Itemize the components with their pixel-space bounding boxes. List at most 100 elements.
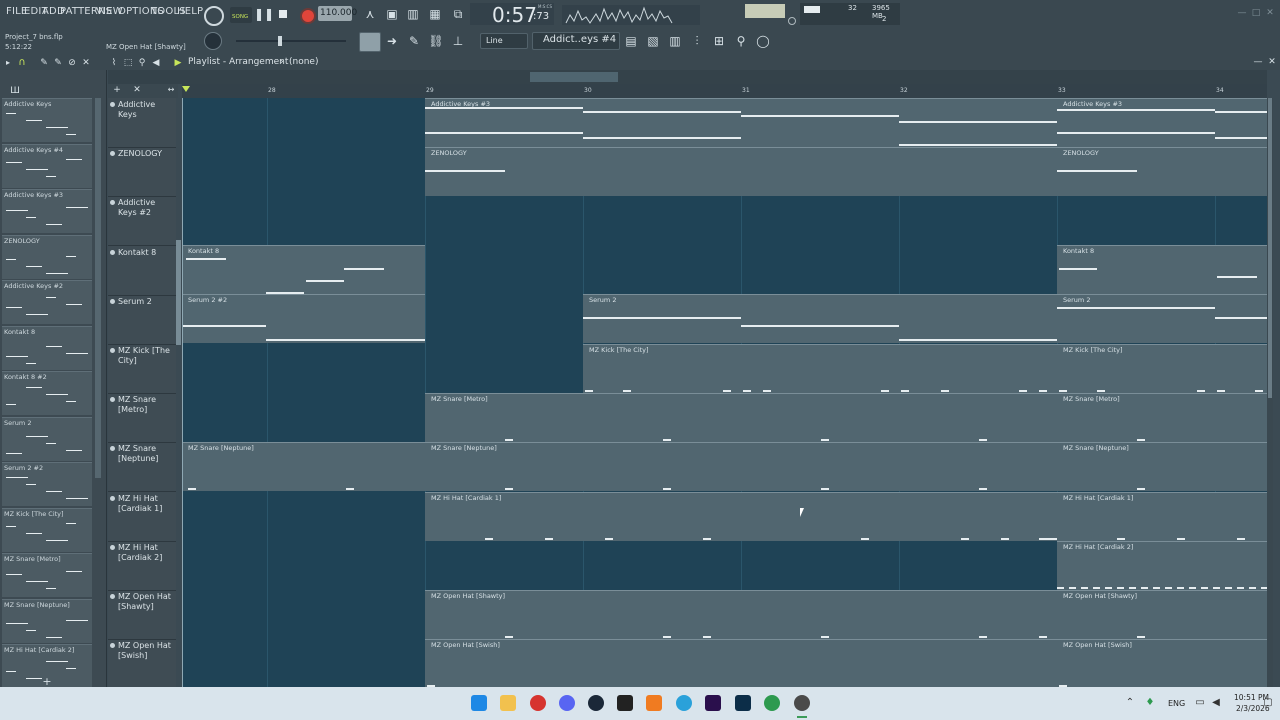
snap-select[interactable]: Line [480,33,528,49]
clip-kontakt-8-b[interactable]: Kontakt 8 [1057,245,1267,294]
clip-snare-neptune-b[interactable]: MZ Snare [Neptune] [425,442,1057,491]
telegram-icon[interactable] [676,695,692,711]
picker-clip-item[interactable]: Kontakt 8 #2 [2,371,92,415]
link-icon[interactable]: ⛓ [426,32,446,50]
picker-clip-item[interactable]: Addictive Keys #4 [2,143,92,188]
overview-view-window[interactable] [530,72,618,82]
playlist-close-icon[interactable]: ✕ [1266,53,1278,71]
clip-serum-2-b[interactable]: Serum 2 [1057,294,1267,343]
track-mute-icon[interactable] [110,200,115,206]
track-mute-icon[interactable] [110,102,115,107]
ableton-live-icon[interactable] [617,695,633,711]
track-header[interactable]: MZ Snare [Metro] [108,393,176,444]
playlist-icon[interactable]: ▤ [622,32,640,50]
meter-reset-icon[interactable] [788,17,796,25]
track-header[interactable]: MZ Hi Hat [Cardiak 2] [108,541,176,591]
maximize-icon[interactable]: □ [1250,4,1262,22]
grid-vertical-scrollbar[interactable] [1267,98,1273,687]
track-header[interactable]: Addictive Keys #2 [108,196,176,247]
song-mode-toggle[interactable]: SONG [230,7,252,23]
song-position-clock[interactable]: 0:57 :73 M:S:CS [470,3,554,27]
picker-clip-item[interactable]: ZENOLOGY [2,234,92,279]
picker-clip-item[interactable]: Kontakt 8 [2,325,92,370]
track-header[interactable]: MZ Open Hat [Swish] [108,639,176,690]
pencil-icon[interactable]: ✎ [404,32,424,50]
resize-tracks-icon[interactable]: ↔ [166,81,176,99]
playhead-marker[interactable] [182,86,190,92]
loop-record-icon[interactable]: ⧉ [449,5,467,23]
yandex-browser-icon[interactable] [530,695,546,711]
play-icon[interactable]: ❚❚ [254,5,274,23]
clip-addictive-keys-3-b[interactable]: Addictive Keys #3 [1057,98,1267,147]
clip-snare-neptune-c[interactable]: MZ Snare [Neptune] [1057,442,1267,491]
track-mute-icon[interactable] [110,446,115,452]
green-app-icon[interactable] [764,695,780,711]
notifications-icon[interactable]: ▢ [1262,694,1274,712]
tracks-scroll-thumb[interactable] [176,240,181,345]
picker-clip-item[interactable]: MZ Kick [The City] [2,507,92,552]
language-indicator[interactable]: ENG [1168,699,1185,708]
arrow-right-icon[interactable]: ➜ [382,32,402,50]
file-explorer-icon[interactable] [500,695,516,711]
clip-snare-neptune[interactable]: MZ Snare [Neptune] [182,442,425,491]
clip-serum-2-2[interactable]: Serum 2 #2 [182,294,425,343]
track-mute-icon[interactable] [110,495,115,501]
typing-keyboard-button[interactable] [359,32,381,52]
record-icon[interactable] [300,8,316,24]
picker-clip-item[interactable]: Serum 2 [2,416,92,461]
arrangement-name[interactable]: (none) [289,57,318,67]
clip-snare-metro-b[interactable]: MZ Snare [Metro] [1057,393,1267,442]
clip-open-hat-swish[interactable]: MZ Open Hat [Swish] [425,639,1057,687]
track-header[interactable]: Serum 2 [108,295,176,345]
timeline-ruler[interactable]: 28 29 30 31 32 33 34 [182,84,1267,98]
step-edit-icon[interactable]: ▦ [426,5,444,23]
track-header[interactable]: ZENOLOGY [108,147,176,198]
track-header[interactable]: MZ Open Hat [Shawty] [108,590,176,640]
fl-studio-icon[interactable] [646,695,662,711]
add-track-icon[interactable]: + [112,81,122,99]
track-header[interactable]: MZ Hi Hat [Cardiak 1] [108,492,176,542]
picker-clip-item[interactable]: Addictive Keys #2 [2,280,92,324]
metronome-icon[interactable]: ⋏ [361,5,379,23]
tray-overflow-icon[interactable]: ⌃ [1124,694,1136,712]
picker-clip-item[interactable]: Addictive Keys [2,98,92,142]
active-app-icon[interactable] [794,695,810,711]
clip-addictive-keys-3[interactable]: Addictive Keys #3 [425,98,1057,147]
plugin-picker-icon[interactable]: ⚲ [732,32,750,50]
stop-icon[interactable] [279,10,287,18]
close-icon[interactable]: ✕ [1264,4,1276,22]
picker-clip-item[interactable]: Addictive Keys #3 [2,189,92,233]
discord-icon[interactable] [559,695,575,711]
tempo-display[interactable]: 110.000 [318,6,357,21]
master-volume-knob[interactable] [204,6,224,26]
track-header[interactable]: Addictive Keys [108,98,176,148]
clip-hi-hat-cardiak-2[interactable]: MZ Hi Hat [Cardiak 2] [1057,541,1267,590]
master-pitch-slider[interactable] [236,36,346,46]
clip-kick-the-city-b[interactable]: MZ Kick [The City] [1057,344,1267,393]
track-header[interactable]: MZ Kick [The City] [108,344,176,394]
wait-input-icon[interactable]: ▣ [383,5,401,23]
clip-zenology[interactable]: ZENOLOGY [425,147,1057,196]
channel-rack-icon[interactable]: ▧ [644,32,662,50]
grid-scroll-thumb[interactable] [1268,98,1272,398]
clip-open-hat-swish-b[interactable]: MZ Open Hat [Swish] [1057,639,1267,687]
volume-icon[interactable]: ◀ [1210,694,1222,712]
microphone-icon[interactable]: ♦ [1144,694,1156,712]
browser-icon[interactable]: ⊞ [710,32,728,50]
track-mute-icon[interactable] [110,298,115,304]
picker-clip-item[interactable]: MZ Snare [Metro] [2,553,92,597]
start-icon[interactable] [471,695,487,711]
menu-help[interactable]: HELP [177,6,203,17]
track-mute-icon[interactable] [110,594,115,599]
mixer-icon[interactable]: ⫶ [688,32,706,50]
chat-icon[interactable]: ◯ [754,32,772,50]
remove-track-icon[interactable]: ✕ [132,81,142,99]
clip-hi-hat-cardiak-1-b[interactable]: MZ Hi Hat [Cardiak 1] [1057,492,1267,541]
track-mute-icon[interactable] [110,249,115,255]
pattern-selector[interactable]: Addict..eys #4 [532,32,620,50]
picker-scrollbar[interactable] [95,98,101,478]
clip-kontakt-8[interactable]: Kontakt 8 [182,245,425,294]
clip-open-hat-shawty-b[interactable]: MZ Open Hat [Shawty] [1057,590,1267,639]
network-icon[interactable]: ▭ [1194,694,1206,712]
clip-open-hat-shawty[interactable]: MZ Open Hat [Shawty] [425,590,1057,639]
